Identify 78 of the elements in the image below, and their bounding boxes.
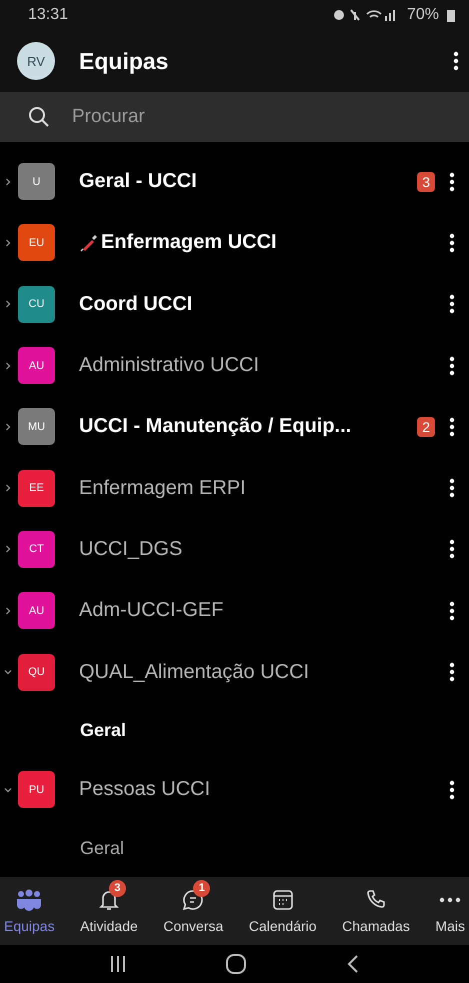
team-item[interactable]: EU Enfermagem UCCI: [0, 212, 469, 274]
team-avatar: U: [18, 163, 55, 200]
nav-tab[interactable]: 3 Atividade: [80, 876, 138, 945]
team-item[interactable]: EE Enfermagem ERPI: [0, 457, 469, 519]
team-avatar: PU: [18, 771, 55, 808]
team-name: QUAL_Alimentação UCCI: [79, 660, 310, 684]
nav-tab[interactable]: Chamadas: [342, 876, 410, 945]
recent-apps-icon[interactable]: [110, 954, 126, 973]
team-name: UCCI - Manutenção / Equip...: [79, 415, 352, 438]
more-options-icon[interactable]: [449, 539, 455, 560]
more-options-icon[interactable]: [449, 600, 455, 621]
nav-tab[interactable]: Mais: [435, 876, 465, 945]
notification-badge: 3: [108, 880, 126, 897]
chevron-right-icon[interactable]: [4, 362, 12, 370]
battery-icon: [447, 8, 455, 22]
chevron-down-icon[interactable]: [4, 668, 12, 676]
team-item[interactable]: AU Administrativo UCCI: [0, 334, 469, 396]
team-name: Pessoas UCCI: [79, 778, 212, 802]
team-avatar: MU: [18, 408, 55, 446]
chevron-right-icon[interactable]: [4, 178, 12, 186]
search-icon: [28, 106, 50, 128]
team-item[interactable]: PU Pessoas UCCI: [0, 759, 469, 820]
chevron-down-icon[interactable]: [4, 786, 12, 794]
more-options-icon[interactable]: [449, 662, 455, 682]
more-options-icon[interactable]: [449, 232, 455, 253]
team-item[interactable]: QU QUAL_Alimentação UCCI: [0, 641, 469, 703]
chevron-right-icon[interactable]: [4, 606, 12, 615]
team-name: Coord UCCI: [79, 292, 194, 316]
team-name: Administrativo UCCI: [79, 354, 260, 378]
search-field[interactable]: Procurar: [0, 92, 469, 142]
chevron-right-icon[interactable]: [4, 300, 12, 308]
team-item[interactable]: AU Adm-UCCI-GEF: [0, 580, 469, 642]
team-name: Geral - UCCI: [79, 170, 198, 194]
nav-tab[interactable]: Calendário: [248, 876, 317, 945]
team-item[interactable]: MU UCCI - Manutenção / Equip... 2: [0, 396, 469, 458]
channel-name: Geral: [80, 838, 124, 860]
home-icon[interactable]: [225, 952, 248, 975]
team-avatar: AU: [18, 592, 55, 630]
calendar-icon: [270, 888, 295, 912]
more-options-icon[interactable]: [449, 478, 455, 498]
nav-tab[interactable]: Equipas: [4, 876, 55, 945]
more-options-icon[interactable]: [449, 356, 455, 376]
team-name: Adm-UCCI-GEF: [79, 599, 224, 622]
people-icon: [16, 888, 42, 911]
channel-item[interactable]: Geral: [0, 702, 469, 760]
channel-name: Geral: [80, 720, 126, 742]
team-avatar: EE: [18, 470, 55, 507]
team-avatar: AU: [18, 347, 55, 384]
team-item[interactable]: CU Coord UCCI: [0, 274, 469, 335]
status-time: 13:31: [28, 6, 68, 24]
team-name: Enfermagem ERPI: [79, 476, 247, 500]
team-avatar: EU: [18, 224, 55, 262]
team-avatar: QU: [18, 654, 55, 691]
team-name: UCCI_DGS: [79, 538, 184, 561]
team-name: Enfermagem UCCI: [101, 231, 278, 254]
chevron-right-icon[interactable]: [4, 238, 12, 247]
page-title: Equipas: [79, 48, 170, 74]
more-options-icon[interactable]: [449, 172, 455, 192]
unread-badge: 2: [417, 416, 435, 437]
chevron-right-icon[interactable]: [4, 422, 12, 431]
back-icon[interactable]: [347, 954, 360, 974]
more-options-icon[interactable]: [449, 294, 455, 314]
more-options-icon[interactable]: [449, 780, 455, 800]
team-item[interactable]: U Geral - UCCI 3: [0, 151, 469, 212]
team-avatar: CT: [18, 530, 55, 568]
nav-tab[interactable]: 1 Conversa: [163, 876, 224, 945]
more-options-icon[interactable]: [449, 416, 455, 437]
unread-badge: 3: [417, 172, 435, 192]
more-icon: [438, 896, 462, 904]
team-item[interactable]: CT UCCI_DGS: [0, 518, 469, 580]
notification-badge: 1: [193, 880, 210, 897]
user-avatar[interactable]: RV: [17, 42, 55, 80]
channel-item[interactable]: Geral: [0, 820, 469, 877]
more-options-icon[interactable]: [453, 51, 459, 71]
team-avatar: CU: [18, 286, 55, 323]
chevron-right-icon[interactable]: [4, 484, 12, 492]
battery-level: 70%: [406, 6, 439, 24]
chevron-right-icon[interactable]: [4, 545, 12, 554]
